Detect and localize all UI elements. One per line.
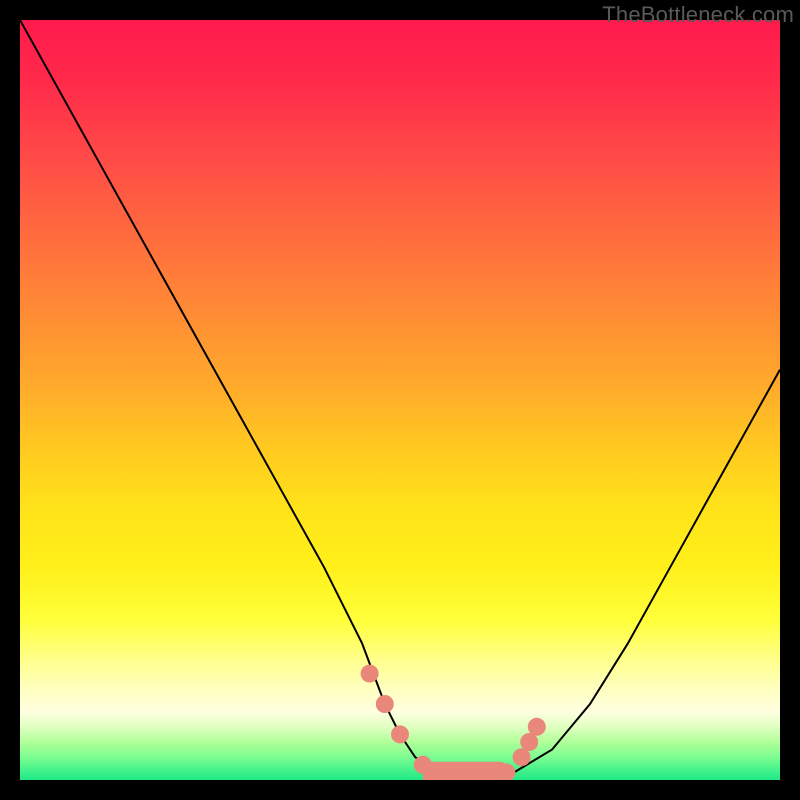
watermark-text: TheBottleneck.com [602,2,794,28]
chart-frame [20,20,780,780]
bottleneck-curve-line [20,20,780,780]
marker-left-shoulder-2 [376,695,394,713]
marker-right-shoulder-4 [528,718,546,736]
bottleneck-chart [20,20,780,780]
marker-left-shoulder-3 [391,725,409,743]
marker-left-shoulder-1 [361,665,379,683]
